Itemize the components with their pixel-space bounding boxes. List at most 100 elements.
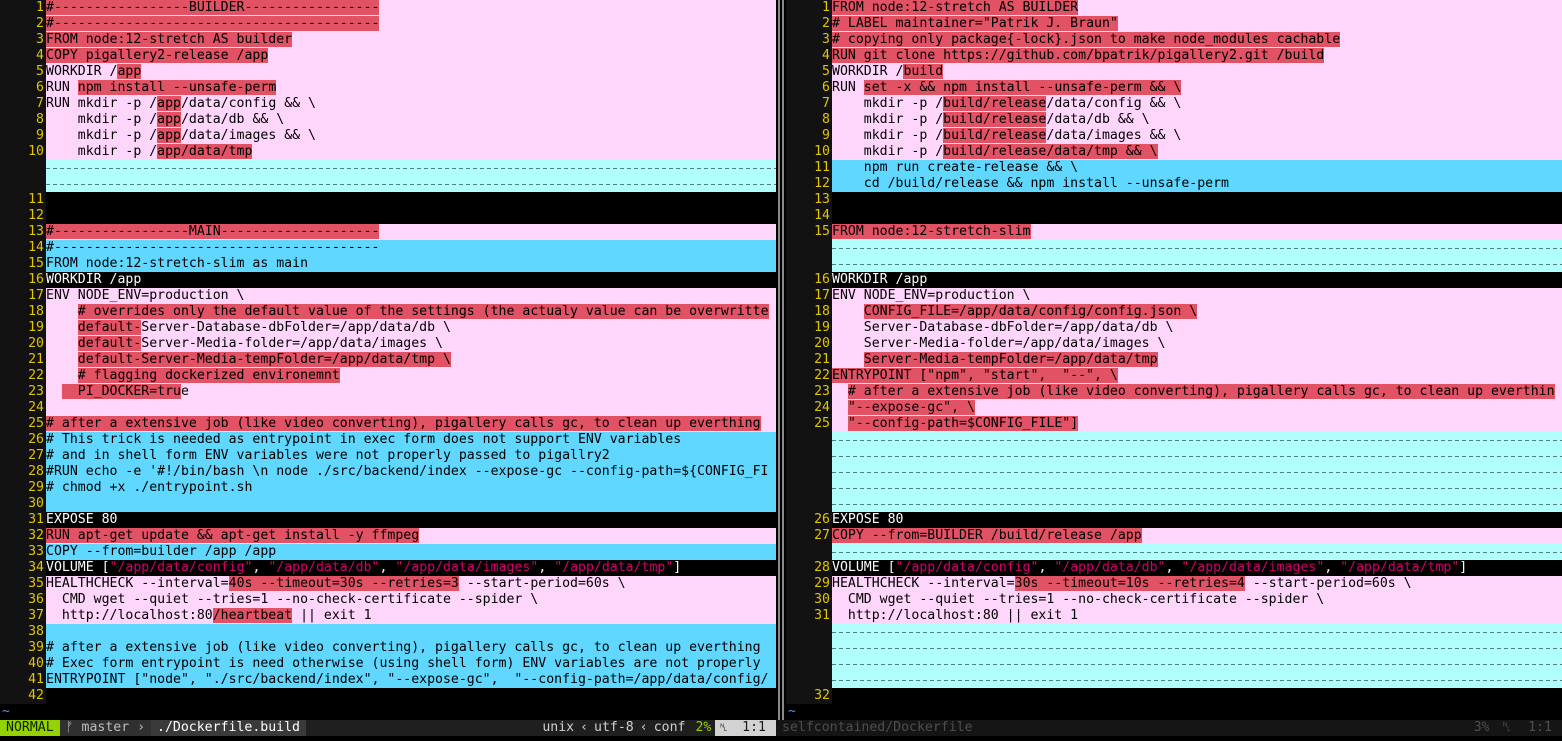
command-line[interactable] [0,736,1562,741]
code-line[interactable]: 32 [786,688,1562,704]
code-line[interactable]: 6 RUN set -x && npm install --unsafe-perm… [786,80,1562,96]
code-line[interactable]: 19 Server-Database-dbFolder=/app/data/db… [786,320,1562,336]
vertical-split-separator[interactable] [776,0,786,720]
code-line[interactable]: 18 CONFIG_FILE=/app/data/config/config.j… [786,304,1562,320]
code-line[interactable]: 27 # and in shell form ENV variables were… [0,448,776,464]
code-line[interactable]: 13 #-----------------MAIN----------------… [0,224,776,240]
code-line[interactable]: 10 mkdir -p /app/data/tmp [0,144,776,160]
code-line[interactable]: 30 CMD wget --quiet --tries=1 --no-check… [786,592,1562,608]
code-line[interactable]: 42 [0,688,776,704]
line-text: #RUN echo -e '#!/bin/bash \n node ./src/… [46,464,776,480]
code-line[interactable]: 34 VOLUME ["/app/data/config", "/app/data… [0,560,776,576]
code-line[interactable]: 5 WORKDIR /app [0,64,776,80]
code-line[interactable]: 3 FROM node:12-stretch AS builder [0,32,776,48]
code-line[interactable]: - [786,640,1562,656]
code-line[interactable]: 17 ENV NODE_ENV=production \ [0,288,776,304]
code-line[interactable]: - [0,176,776,192]
code-line[interactable]: 31 EXPOSE 80 [0,512,776,528]
code-line[interactable]: 41 ENTRYPOINT ["node", "./src/backend/ind… [0,672,776,688]
code-line[interactable]: 7 mkdir -p /build/release/data/config &&… [786,96,1562,112]
left-diff-pane[interactable]: 1 #-----------------BUILDER--------------… [0,0,776,720]
code-line[interactable]: 29 # chmod +x ./entrypoint.sh [0,480,776,496]
code-line[interactable]: 10 mkdir -p /build/release/data/tmp && \ [786,144,1562,160]
code-line[interactable]: 2 # LABEL maintainer="Patrik J. Braun" [786,16,1562,32]
code-line[interactable]: 25 # after a extensive job (like video co… [0,416,776,432]
code-line[interactable]: 31 http://localhost:80 || exit 1 [786,608,1562,624]
code-line[interactable]: 8 mkdir -p /build/release/data/db && \ [786,112,1562,128]
code-line[interactable]: 16 WORKDIR /app [0,272,776,288]
code-line[interactable]: 20 Server-Media-folder=/app/data/images … [786,336,1562,352]
code-line[interactable]: 4 COPY pigallery2-release /app [0,48,776,64]
code-line[interactable]: 32 RUN apt-get update && apt-get install … [0,528,776,544]
code-line[interactable]: 28 #RUN echo -e '#!/bin/bash \n node ./sr… [0,464,776,480]
code-line[interactable]: 20 default-Server-Media-folder=/app/data… [0,336,776,352]
code-line[interactable]: 13 [786,192,1562,208]
code-line[interactable]: 9 mkdir -p /app/data/images && \ [0,128,776,144]
code-line[interactable]: 8 mkdir -p /app/data/db && \ [0,112,776,128]
code-line[interactable]: 14 #-------------------------------------… [0,240,776,256]
code-line[interactable]: 7 RUN mkdir -p /app/data/config && \ [0,96,776,112]
code-line[interactable]: 21 default-Server-Media-tempFolder=/app/… [0,352,776,368]
line-number: 15 [0,256,46,272]
line-number: 21 [786,352,832,368]
code-line[interactable]: 19 default-Server-Database-dbFolder=/app… [0,320,776,336]
code-line[interactable]: 37 http://localhost:80/heartbeat || exit… [0,608,776,624]
line-number: 14 [0,240,46,256]
code-line[interactable]: - [786,480,1562,496]
code-line[interactable]: - [786,464,1562,480]
code-line[interactable]: 35 HEALTHCHECK --interval=40s --timeout=3… [0,576,776,592]
code-line[interactable]: - [786,240,1562,256]
code-line[interactable]: 18 # overrides only the default value of… [0,304,776,320]
code-line[interactable]: 23 PI_DOCKER=true [0,384,776,400]
text-segment: # chmod +x ./entrypoint.sh [46,480,253,495]
code-line[interactable]: 28 VOLUME ["/app/data/config", "/app/data… [786,560,1562,576]
code-line[interactable]: 4 RUN git clone https://github.com/bpatri… [786,48,1562,64]
code-line[interactable]: - [0,160,776,176]
code-line[interactable]: - [786,672,1562,688]
code-line[interactable]: - [786,256,1562,272]
code-line[interactable]: - [786,432,1562,448]
code-line[interactable]: 36 CMD wget --quiet --tries=1 --no-check… [0,592,776,608]
code-line[interactable]: 1 #-----------------BUILDER--------------… [0,0,776,16]
code-line[interactable]: 5 WORKDIR /build [786,64,1562,80]
code-line[interactable]: - [786,544,1562,560]
code-line[interactable]: 39 # after a extensive job (like video co… [0,640,776,656]
line-number: 41 [0,672,46,688]
code-line[interactable]: - [786,656,1562,672]
code-line[interactable]: - [786,448,1562,464]
code-line[interactable]: 16 WORKDIR /app [786,272,1562,288]
code-line[interactable]: 15 FROM node:12-stretch-slim as main [0,256,776,272]
code-line[interactable]: 21 Server-Media-tempFolder=/app/data/tmp [786,352,1562,368]
code-line[interactable]: 33 COPY --from=builder /app /app [0,544,776,560]
code-line[interactable]: 17 ENV NODE_ENV=production \ [786,288,1562,304]
line-text: cd /build/release && npm install --unsaf… [832,176,1562,192]
code-line[interactable]: 38 [0,624,776,640]
code-line[interactable]: 12 cd /build/release && npm install --un… [786,176,1562,192]
code-line[interactable]: 6 RUN npm install --unsafe-perm [0,80,776,96]
code-line[interactable]: 26 EXPOSE 80 [786,512,1562,528]
code-line[interactable]: 25 "--config-path=$CONFIG_FILE"] [786,416,1562,432]
code-line[interactable]: - [786,624,1562,640]
code-line[interactable]: 40 # Exec form entrypoint is need otherwi… [0,656,776,672]
code-line[interactable]: 24 "--expose-gc", \ [786,400,1562,416]
code-line[interactable]: 29 HEALTHCHECK --interval=30s --timeout=1… [786,576,1562,592]
code-line[interactable]: - [786,496,1562,512]
code-line[interactable]: 30 [0,496,776,512]
code-line[interactable]: 22 # flagging dockerized environemnt [0,368,776,384]
right-diff-pane[interactable]: 1 FROM node:12-stretch AS BUILDER 2 # LABEL… [786,0,1562,720]
code-line[interactable]: 9 mkdir -p /build/release/data/images &&… [786,128,1562,144]
code-line[interactable]: 27 COPY --from=BUILDER /build/release /ap… [786,528,1562,544]
code-line[interactable]: 11 npm run create-release && \ [786,160,1562,176]
code-line[interactable]: 2 #--------------------------------------… [0,16,776,32]
code-line[interactable]: 26 # This trick is needed as entrypoint i… [0,432,776,448]
code-line[interactable]: 24 [0,400,776,416]
code-line[interactable]: 12 [0,208,776,224]
code-line[interactable]: 23 # after a extensive job (like video c… [786,384,1562,400]
code-line[interactable]: 11 [0,192,776,208]
code-line[interactable]: 1 FROM node:12-stretch AS BUILDER [786,0,1562,16]
code-line[interactable]: 22 ENTRYPOINT ["npm", "start", "--", \ [786,368,1562,384]
line-text: http://localhost:80/heartbeat || exit 1 [46,608,776,624]
code-line[interactable]: 14 [786,208,1562,224]
code-line[interactable]: 3 # copying only package{-lock}.json to m… [786,32,1562,48]
code-line[interactable]: 15 FROM node:12-stretch-slim [786,224,1562,240]
